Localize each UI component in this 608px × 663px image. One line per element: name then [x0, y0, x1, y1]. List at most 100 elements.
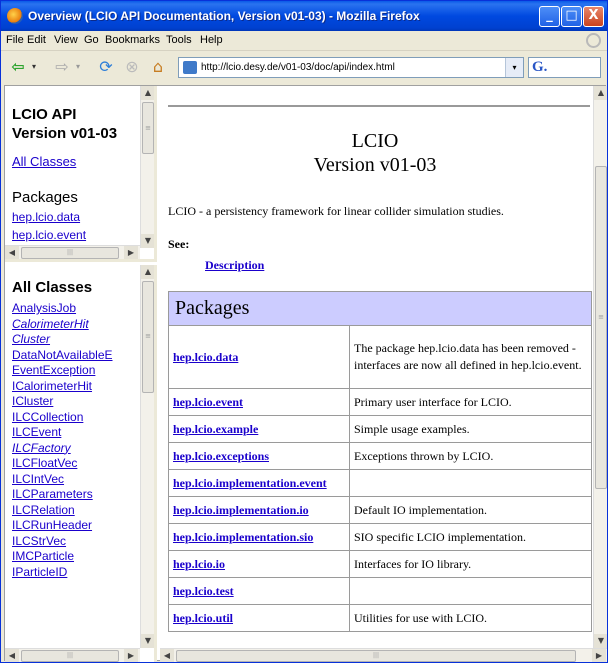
- class-link[interactable]: ILCParameters: [12, 487, 140, 503]
- package-link[interactable]: hep.lcio.implementation.io: [173, 503, 309, 517]
- package-link[interactable]: hep.lcio.exceptions: [173, 449, 269, 463]
- table-row: hep.lcio.exceptions Exceptions thrown by …: [168, 442, 592, 470]
- scroll-up-icon[interactable]: ▲: [141, 86, 154, 100]
- class-link[interactable]: ILCFactory: [12, 441, 140, 457]
- class-link[interactable]: EventException: [12, 363, 140, 379]
- forward-arrow-icon[interactable]: ⇨: [51, 57, 73, 77]
- table-row: hep.lcio.example Simple usage examples.: [168, 415, 592, 443]
- vertical-scrollbar[interactable]: ▲ ≡ ▼: [140, 265, 154, 648]
- class-link[interactable]: ILCStrVec: [12, 534, 140, 550]
- package-link[interactable]: hep.lcio.implementation.sio: [173, 530, 313, 544]
- class-link[interactable]: ILCIntVec: [12, 472, 140, 488]
- class-link[interactable]: ILCRelation: [12, 503, 140, 519]
- menu-go[interactable]: Go: [84, 34, 99, 46]
- class-link[interactable]: CalorimeterHit: [12, 317, 140, 333]
- scroll-right-icon[interactable]: ▶: [124, 649, 138, 662]
- class-link[interactable]: ICalorimeterHit: [12, 379, 140, 395]
- scroll-left-icon[interactable]: ◀: [5, 649, 19, 662]
- package-description: SIO specific LCIO implementation.: [349, 523, 592, 551]
- search-box[interactable]: G.: [528, 57, 601, 78]
- class-link[interactable]: Cluster: [12, 332, 140, 348]
- scroll-up-icon[interactable]: ▲: [594, 86, 607, 100]
- menu-bar: File Edit View Go Bookmarks Tools Help: [1, 31, 607, 51]
- package-name-cell: hep.lcio.io: [168, 550, 350, 578]
- all-classes-link[interactable]: All Classes: [12, 154, 76, 169]
- package-description: [349, 577, 592, 605]
- table-row: hep.lcio.event Primary user interface for…: [168, 388, 592, 416]
- package-link[interactable]: hep.lcio.data: [173, 350, 238, 364]
- class-link[interactable]: IMCParticle: [12, 549, 140, 565]
- scroll-right-icon[interactable]: ▶: [124, 246, 138, 259]
- menu-view[interactable]: View: [54, 34, 78, 46]
- url-input[interactable]: [201, 60, 501, 75]
- package-link[interactable]: hep.lcio.implementation.event: [173, 476, 327, 490]
- back-arrow-icon[interactable]: ⇦: [7, 57, 29, 77]
- horizontal-scrollbar[interactable]: ◀ ||| ▶: [5, 648, 140, 662]
- scroll-thumb[interactable]: ≡: [142, 281, 154, 393]
- scroll-thumb[interactable]: ≡: [142, 102, 154, 154]
- maximize-button[interactable]: □: [561, 6, 582, 27]
- scroll-thumb[interactable]: |||: [21, 650, 119, 662]
- scroll-thumb[interactable]: |||: [176, 650, 576, 662]
- class-link[interactable]: ICluster: [12, 394, 140, 410]
- reload-icon[interactable]: ⟳: [95, 57, 117, 77]
- class-link[interactable]: ILCRunHeader: [12, 518, 140, 534]
- package-name-cell: hep.lcio.implementation.io: [168, 496, 350, 524]
- package-name-cell: hep.lcio.event: [168, 388, 350, 416]
- class-link[interactable]: AnalysisJob: [12, 301, 140, 317]
- scroll-down-icon[interactable]: ▼: [141, 634, 154, 648]
- class-link[interactable]: IParticleID: [12, 565, 140, 581]
- vertical-scrollbar[interactable]: ▲ ≡ ▼: [140, 86, 154, 248]
- url-history-dropdown-icon[interactable]: ▾: [505, 58, 523, 77]
- title-bar[interactable]: Overview (LCIO API Documentation, Versio…: [1, 1, 607, 31]
- package-link[interactable]: hep.lcio.example: [173, 422, 258, 436]
- all-classes-heading: All Classes: [12, 279, 93, 296]
- close-button[interactable]: X: [583, 6, 604, 27]
- menu-file[interactable]: File: [6, 34, 24, 46]
- menu-edit[interactable]: Edit: [27, 34, 46, 46]
- scroll-thumb[interactable]: |||: [21, 247, 119, 259]
- scroll-left-icon[interactable]: ◀: [5, 246, 19, 259]
- divider: [168, 105, 590, 107]
- browser-window: Overview (LCIO API Documentation, Versio…: [0, 0, 608, 663]
- scroll-down-icon[interactable]: ▼: [141, 234, 154, 248]
- class-link[interactable]: ILCEvent: [12, 425, 140, 441]
- scroll-right-icon[interactable]: ▶: [592, 649, 606, 662]
- package-link[interactable]: hep.lcio.util: [173, 611, 233, 625]
- table-row: hep.lcio.implementation.io Default IO imp…: [168, 496, 592, 524]
- package-link[interactable]: hep.lcio.data: [12, 210, 80, 224]
- package-name-cell: hep.lcio.example: [168, 415, 350, 443]
- back-dropdown-icon[interactable]: ▾: [29, 57, 39, 77]
- see-label: See:: [168, 237, 190, 251]
- vertical-scrollbar[interactable]: ▲ ≡ ▼: [593, 86, 607, 648]
- packages-table-body: hep.lcio.data The package hep.lcio.data h…: [168, 325, 592, 632]
- url-bar[interactable]: ▾: [178, 57, 524, 78]
- menu-help[interactable]: Help: [200, 34, 223, 46]
- description-link[interactable]: Description: [205, 258, 264, 273]
- menu-bookmarks[interactable]: Bookmarks: [105, 34, 160, 46]
- scroll-down-icon[interactable]: ▼: [594, 634, 607, 648]
- table-row: hep.lcio.implementation.sio SIO specific …: [168, 523, 592, 551]
- horizontal-scrollbar[interactable]: ◀ ||| ▶: [160, 648, 607, 662]
- home-icon[interactable]: ⌂: [147, 57, 169, 77]
- horizontal-scrollbar[interactable]: ◀ ||| ▶: [5, 245, 140, 259]
- table-row: hep.lcio.test: [168, 577, 592, 605]
- class-link[interactable]: ILCCollection: [12, 410, 140, 426]
- menu-tools[interactable]: Tools: [166, 34, 192, 46]
- google-search-engine-icon[interactable]: G.: [532, 59, 547, 76]
- minimize-button[interactable]: _: [539, 6, 560, 27]
- package-link[interactable]: hep.lcio.event: [12, 228, 86, 242]
- scroll-left-icon[interactable]: ◀: [160, 649, 174, 662]
- forward-dropdown-icon[interactable]: ▾: [73, 57, 83, 77]
- scroll-thumb[interactable]: ≡: [595, 166, 607, 489]
- package-link[interactable]: hep.lcio.io: [173, 557, 225, 571]
- package-link[interactable]: hep.lcio.test: [173, 584, 234, 598]
- class-link[interactable]: DataNotAvailableE: [12, 348, 140, 364]
- class-link[interactable]: ILCFloatVec: [12, 456, 140, 472]
- package-link[interactable]: hep.lcio.event: [173, 395, 243, 409]
- all-classes-frame: All Classes AnalysisJob CalorimeterHit Clu…: [5, 265, 157, 662]
- window-title: Overview (LCIO API Documentation, Versio…: [28, 9, 420, 23]
- scroll-up-icon[interactable]: ▲: [141, 265, 154, 279]
- package-name-cell: hep.lcio.implementation.sio: [168, 523, 350, 551]
- stop-icon[interactable]: ⊗: [121, 57, 143, 77]
